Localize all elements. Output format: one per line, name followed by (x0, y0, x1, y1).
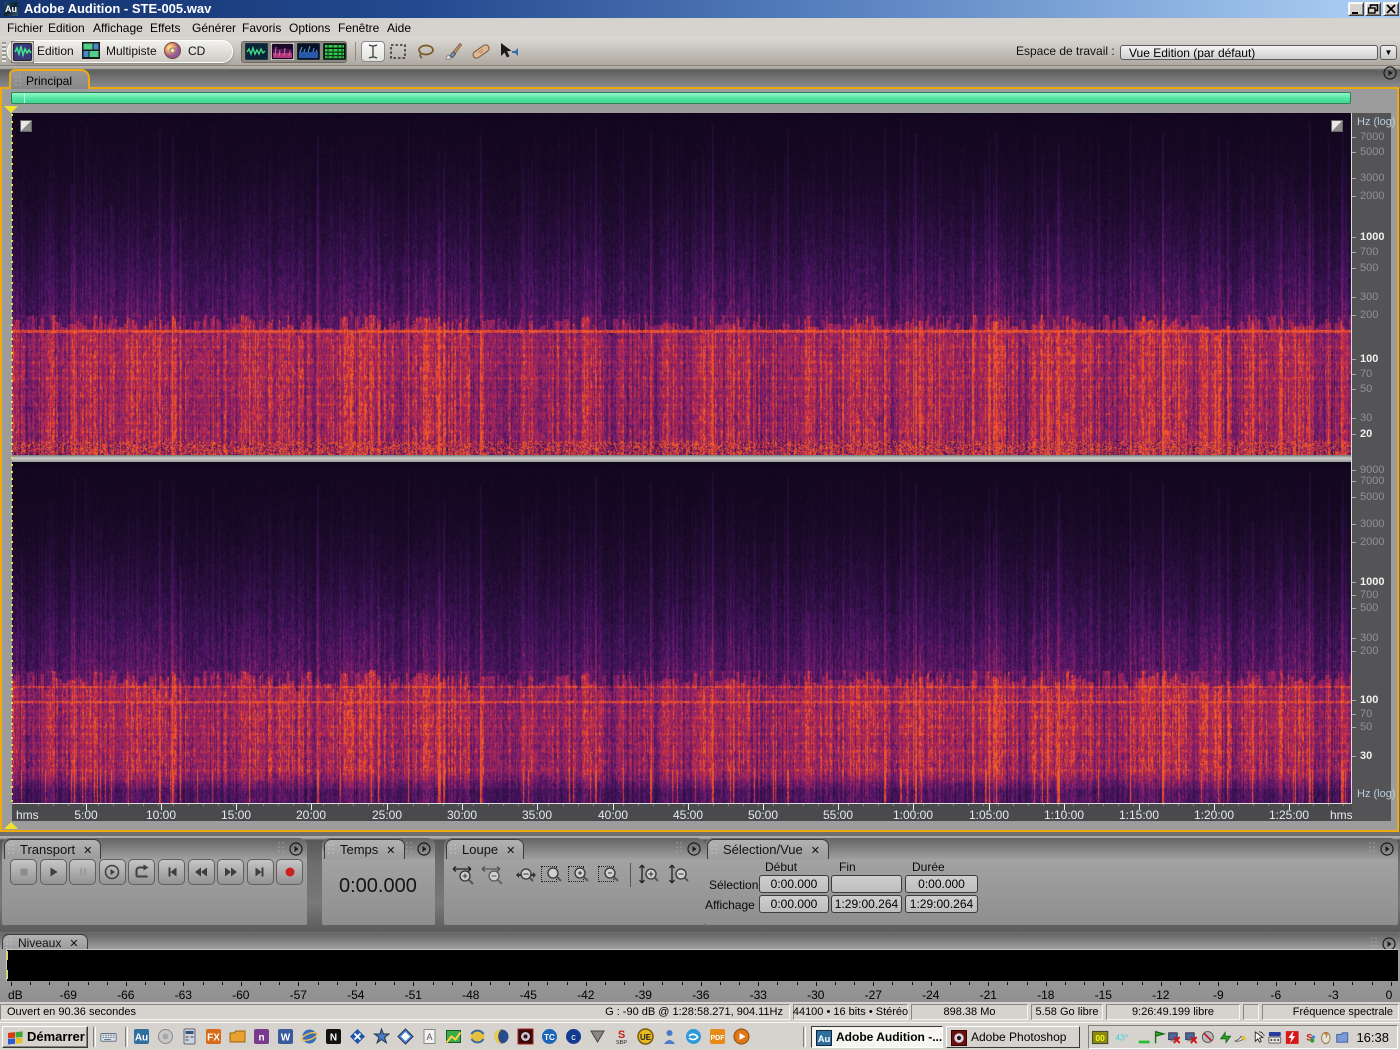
svg-text:c: c (571, 1032, 576, 1042)
svg-text:TC: TC (544, 1033, 555, 1042)
svg-text:W: W (281, 1033, 291, 1044)
svg-text:SBP: SBP (616, 1040, 627, 1045)
svg-text:PDF: PDF (711, 1035, 726, 1042)
svg-text:00: 00 (1095, 1033, 1105, 1043)
svg-text:Au: Au (818, 1033, 831, 1044)
svg-text:UE: UE (640, 1033, 652, 1042)
svg-text:n: n (258, 1033, 264, 1044)
svg-text:FX: FX (207, 1033, 220, 1044)
svg-text:Au: Au (135, 1033, 148, 1044)
svg-text:A: A (426, 1032, 432, 1042)
svg-text:N: N (330, 1033, 337, 1044)
svg-text:43°: 43° (1115, 1033, 1128, 1043)
